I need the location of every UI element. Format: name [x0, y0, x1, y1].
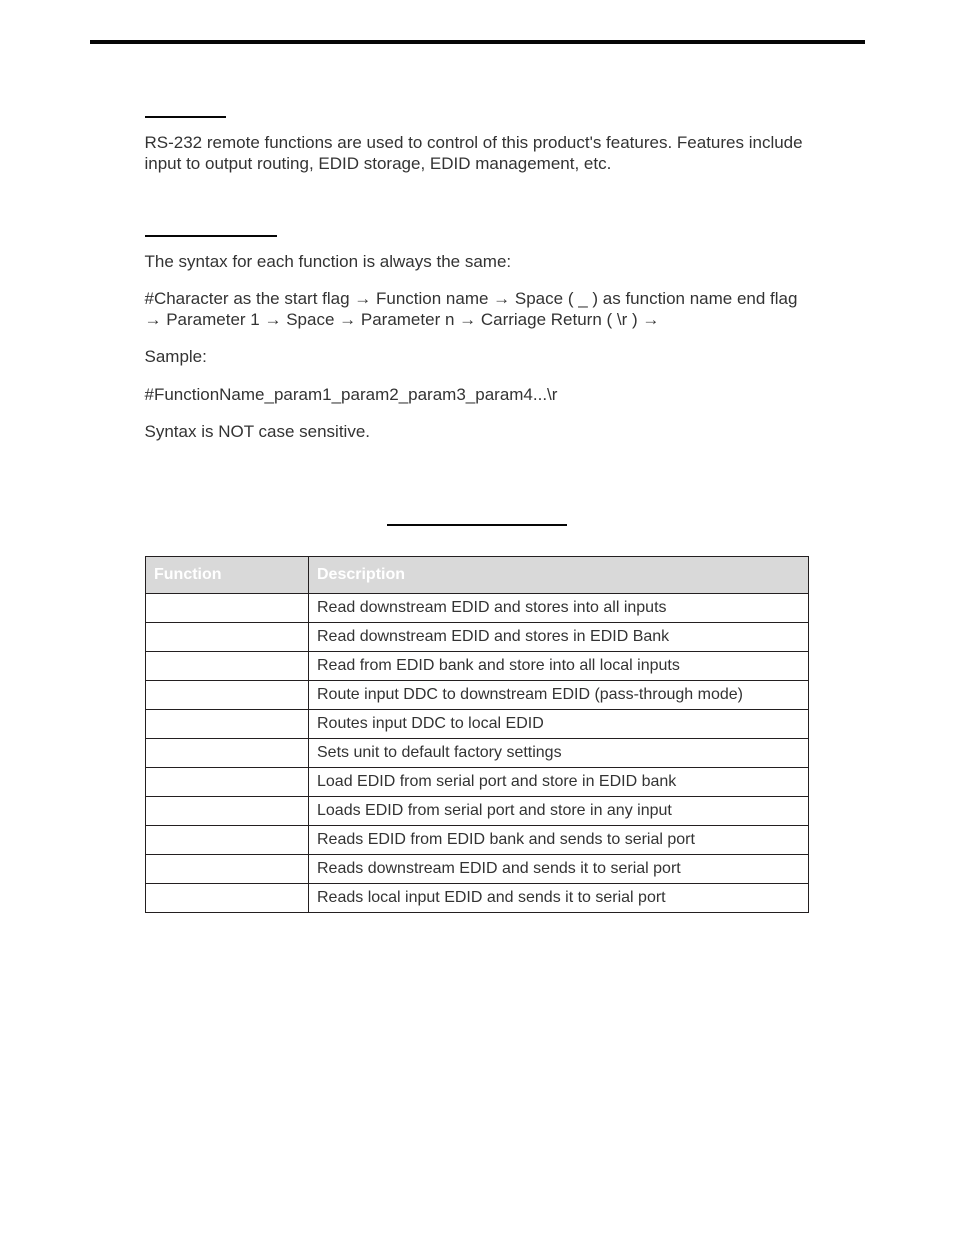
syntax-flow: #Character as the start flag → Function …	[145, 288, 810, 331]
table-row: #DDCTODS Route input DDC to downstream E…	[146, 681, 809, 710]
table-row: #LOEDIDTOLO Loads EDID from serial port …	[146, 797, 809, 826]
description-cell: Read from EDID bank and store into all l…	[309, 652, 809, 681]
syntax-intro: The syntax for each function is always t…	[145, 251, 810, 272]
description-cell: Loads EDID from serial port and store in…	[309, 797, 809, 826]
function-cell: #PRLOEDID	[146, 884, 309, 913]
page: RS-232 SERIAL CONTROL INTERFACE Function…	[0, 0, 954, 1235]
function-cell: #DDCTOLO	[146, 710, 309, 739]
table-row: #PRBAEDID Reads EDID from EDID bank and …	[146, 826, 809, 855]
table-row: #PRLOEDID Reads local input EDID and sen…	[146, 884, 809, 913]
function-cell: #LOEDIDTOBA	[146, 768, 309, 797]
function-cell: #PRDSEDID	[146, 855, 309, 884]
syntax-note: Syntax is NOT case sensitive.	[145, 421, 810, 442]
table-row: #PRDSEDID Reads downstream EDID and send…	[146, 855, 809, 884]
col-description: Description	[309, 557, 809, 594]
syntax-sample-code: #FunctionName_param1_param2_param3_param…	[145, 384, 810, 405]
edid-heading: EDID Management	[145, 502, 810, 522]
function-cell: #LOEDIDTOLO	[146, 797, 309, 826]
description-cell: Read downstream EDID and stores into all…	[309, 594, 809, 623]
table-row: #EDIDBATOALL Read from EDID bank and sto…	[146, 652, 809, 681]
syntax-sample-label: Sample:	[145, 346, 810, 367]
page-number: 15	[0, 1143, 954, 1160]
functions-paragraph: RS-232 remote functions are used to cont…	[145, 132, 810, 175]
function-cell: #EDIDDSTOALL	[146, 594, 309, 623]
description-cell: Read downstream EDID and stores in EDID …	[309, 623, 809, 652]
description-cell: Reads downstream EDID and sends it to se…	[309, 855, 809, 884]
table-header-row: Function Description	[146, 557, 809, 594]
edid-table: Function Description #EDIDDSTOALL Read d…	[145, 556, 809, 913]
function-cell: #PRBAEDID	[146, 826, 309, 855]
description-cell: Route input DDC to downstream EDID (pass…	[309, 681, 809, 710]
document-title: RS-232 SERIAL CONTROL INTERFACE	[90, 50, 865, 70]
function-cell: #EDIDBATOALL	[146, 652, 309, 681]
function-cell: #DEFAULT	[146, 739, 309, 768]
description-cell: Sets unit to default factory settings	[309, 739, 809, 768]
syntax-heading: Function Syntax	[145, 215, 277, 237]
functions-heading: Functions	[145, 96, 226, 118]
table-row: #EDIDDSTOALL Read downstream EDID and st…	[146, 594, 809, 623]
table-row: #DEFAULT Sets unit to default factory se…	[146, 739, 809, 768]
table-row: #DDCTOLO Routes input DDC to local EDID	[146, 710, 809, 739]
col-function: Function	[146, 557, 309, 594]
header-rule	[90, 40, 865, 44]
description-cell: Reads local input EDID and sends it to s…	[309, 884, 809, 913]
description-cell: Routes input DDC to local EDID	[309, 710, 809, 739]
content-area: Functions RS-232 remote functions are us…	[145, 70, 810, 913]
description-cell: Load EDID from serial port and store in …	[309, 768, 809, 797]
table-row: #LOEDIDTOBA Load EDID from serial port a…	[146, 768, 809, 797]
function-cell: #EDIDDSTOBA	[146, 623, 309, 652]
description-cell: Reads EDID from EDID bank and sends to s…	[309, 826, 809, 855]
function-cell: #DDCTODS	[146, 681, 309, 710]
edid-heading-rule	[387, 524, 567, 526]
table-row: #EDIDDSTOBA Read downstream EDID and sto…	[146, 623, 809, 652]
